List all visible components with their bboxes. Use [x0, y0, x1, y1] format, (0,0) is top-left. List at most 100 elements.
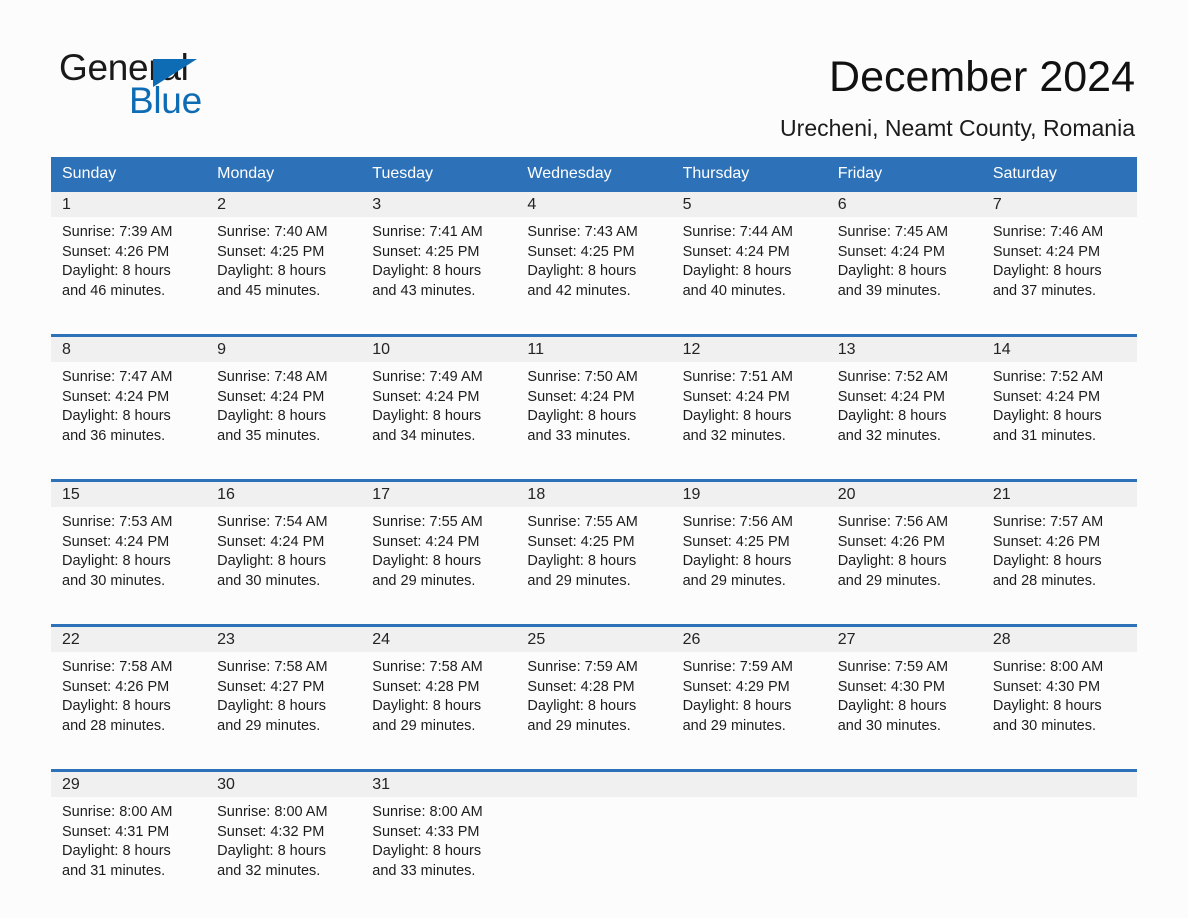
calendar-day-cell[interactable]: 27 Sunrise: 7:59 AM Sunset: 4:30 PM Dayligh…: [826, 624, 982, 755]
sunrise-text: Sunrise: 7:56 AM: [682, 514, 793, 530]
sunset-text: Sunset: 4:24 PM: [837, 243, 945, 260]
day-cell-content: 30 Sunrise: 8:00 AM Sunset: 4:32 PM Dayligh…: [206, 772, 362, 900]
day-cell-content: 15 Sunrise: 7:53 AM Sunset: 4:24 PM Dayligh…: [51, 482, 207, 610]
day-cell-content: 20 Sunrise: 7:56 AM Sunset: 4:26 PM Dayligh…: [826, 482, 982, 610]
daylight-text-line2: and 30 minutes.: [992, 717, 1097, 734]
calendar-day-cell[interactable]: 22 Sunrise: 7:58 AM Sunset: 4:26 PM Dayligh…: [51, 624, 207, 755]
daylight-text-line2: and 29 minutes.: [527, 572, 631, 589]
sunrise-text: Sunrise: 7:45 AM: [837, 224, 949, 240]
sunrise-text: Sunrise: 8:00 AM: [992, 659, 1104, 675]
daylight-text-line1: Daylight: 8 hours: [527, 263, 637, 280]
sunset-text: Sunset: 4:24 PM: [682, 243, 790, 260]
week-spacer: [51, 465, 1137, 481]
calendar-day-cell[interactable]: 17 Sunrise: 7:55 AM Sunset: 4:24 PM Dayligh…: [361, 479, 517, 610]
calendar-day-cell[interactable]: 10 Sunrise: 7:49 AM Sunset: 4:24 PM Dayligh…: [361, 334, 517, 465]
daylight-text-line1: Daylight: 8 hours: [62, 698, 171, 715]
day-sun-info: Sunrise: 8:00 AM Sunset: 4:31 PM Daylight:…: [51, 797, 206, 881]
calendar-day-cell[interactable]: 1 Sunrise: 7:39 AM Sunset: 4:26 PM Daylight…: [51, 192, 207, 320]
day-sun-info: Sunrise: 7:48 AM Sunset: 4:24 PM Daylight:…: [206, 362, 361, 446]
calendar-day-cell[interactable]: 16 Sunrise: 7:54 AM Sunset: 4:24 PM Dayligh…: [206, 479, 362, 610]
day-cell-content: 25 Sunrise: 7:59 AM Sunset: 4:28 PM Dayligh…: [516, 627, 672, 755]
sunset-text: Sunset: 4:25 PM: [527, 243, 635, 260]
calendar-day-cell[interactable]: 20 Sunrise: 7:56 AM Sunset: 4:26 PM Dayligh…: [826, 479, 982, 610]
calendar-day-cell[interactable]: 19 Sunrise: 7:56 AM Sunset: 4:25 PM Dayligh…: [671, 479, 827, 610]
sunrise-text: Sunrise: 7:47 AM: [62, 369, 173, 385]
day-number: [671, 772, 827, 797]
general-blue-logo[interactable]: General Blue: [59, 48, 359, 123]
calendar-day-cell[interactable]: 23 Sunrise: 7:58 AM Sunset: 4:27 PM Dayligh…: [206, 624, 362, 755]
day-sun-info: Sunrise: 7:55 AM Sunset: 4:25 PM Daylight:…: [516, 507, 671, 591]
calendar-day-cell[interactable]: 15 Sunrise: 7:53 AM Sunset: 4:24 PM Dayligh…: [51, 479, 207, 610]
sunset-text: Sunset: 4:32 PM: [217, 823, 325, 840]
week-spacer-cell: [51, 465, 1137, 481]
week-spacer: [51, 610, 1137, 626]
calendar-day-cell[interactable]: 8 Sunrise: 7:47 AM Sunset: 4:24 PM Daylight…: [51, 334, 207, 465]
day-number: 11: [516, 337, 672, 362]
calendar-day-cell[interactable]: 25 Sunrise: 7:59 AM Sunset: 4:28 PM Dayligh…: [516, 624, 672, 755]
daylight-text-line2: and 32 minutes.: [682, 427, 786, 444]
sunrise-text: Sunrise: 7:39 AM: [62, 224, 173, 240]
daylight-text-line2: and 32 minutes.: [837, 427, 941, 444]
day-number: 3: [361, 192, 517, 217]
daylight-text-line2: and 30 minutes.: [837, 717, 941, 734]
day-cell-content: 24 Sunrise: 7:58 AM Sunset: 4:28 PM Dayligh…: [361, 627, 517, 755]
day-number: [516, 772, 672, 797]
day-number: 8: [51, 337, 207, 362]
sunset-text: Sunset: 4:24 PM: [837, 388, 945, 405]
calendar-day-cell[interactable]: 5 Sunrise: 7:44 AM Sunset: 4:24 PM Daylight…: [671, 192, 827, 320]
calendar-week-row: 1 Sunrise: 7:39 AM Sunset: 4:26 PM Daylight…: [51, 192, 1137, 320]
daylight-text-line2: and 30 minutes.: [62, 572, 166, 589]
calendar-day-cell[interactable]: 18 Sunrise: 7:55 AM Sunset: 4:25 PM Dayligh…: [516, 479, 672, 610]
day-sun-info: Sunrise: 7:39 AM Sunset: 4:26 PM Daylight:…: [51, 217, 206, 301]
calendar-day-cell[interactable]: 11 Sunrise: 7:50 AM Sunset: 4:24 PM Dayligh…: [516, 334, 672, 465]
calendar-empty-cell: [671, 769, 827, 900]
day-cell-content: 31 Sunrise: 8:00 AM Sunset: 4:33 PM Dayligh…: [361, 772, 517, 900]
daylight-text-line1: Daylight: 8 hours: [62, 843, 171, 860]
week-spacer-cell: [51, 320, 1137, 336]
sunset-text: Sunset: 4:25 PM: [682, 533, 790, 550]
day-sun-info: Sunrise: 7:58 AM Sunset: 4:27 PM Daylight:…: [206, 652, 361, 736]
calendar-day-cell[interactable]: 26 Sunrise: 7:59 AM Sunset: 4:29 PM Dayligh…: [671, 624, 827, 755]
day-cell-content: 26 Sunrise: 7:59 AM Sunset: 4:29 PM Dayligh…: [671, 627, 827, 755]
weekday-header-wednesday: Wednesday: [516, 157, 672, 192]
day-number: 28: [981, 627, 1137, 652]
sunrise-text: Sunrise: 7:53 AM: [62, 514, 173, 530]
calendar-day-cell[interactable]: 12 Sunrise: 7:51 AM Sunset: 4:24 PM Dayligh…: [671, 334, 827, 465]
day-cell-content: 11 Sunrise: 7:50 AM Sunset: 4:24 PM Dayligh…: [516, 337, 672, 465]
calendar-day-cell[interactable]: 4 Sunrise: 7:43 AM Sunset: 4:25 PM Daylight…: [516, 192, 672, 320]
day-sun-info: Sunrise: 7:49 AM Sunset: 4:24 PM Daylight:…: [361, 362, 516, 446]
calendar-day-cell[interactable]: 3 Sunrise: 7:41 AM Sunset: 4:25 PM Daylight…: [361, 192, 517, 320]
calendar-table: Sunday Monday Tuesday Wednesday Thursday…: [51, 157, 1137, 900]
calendar-week-row: 8 Sunrise: 7:47 AM Sunset: 4:24 PM Daylight…: [51, 334, 1137, 465]
day-cell-content: 2 Sunrise: 7:40 AM Sunset: 4:25 PM Daylight…: [206, 192, 362, 320]
calendar-day-cell[interactable]: 28 Sunrise: 8:00 AM Sunset: 4:30 PM Dayligh…: [981, 624, 1137, 755]
daylight-text-line2: and 37 minutes.: [992, 282, 1097, 299]
calendar-day-cell[interactable]: 7 Sunrise: 7:46 AM Sunset: 4:24 PM Daylight…: [981, 192, 1137, 320]
daylight-text-line1: Daylight: 8 hours: [217, 843, 326, 860]
calendar-day-cell[interactable]: 30 Sunrise: 8:00 AM Sunset: 4:32 PM Dayligh…: [206, 769, 362, 900]
calendar-day-cell[interactable]: 24 Sunrise: 7:58 AM Sunset: 4:28 PM Dayligh…: [361, 624, 517, 755]
calendar-day-cell[interactable]: 13 Sunrise: 7:52 AM Sunset: 4:24 PM Dayligh…: [826, 334, 982, 465]
sunset-text: Sunset: 4:24 PM: [62, 533, 170, 550]
day-sun-info: Sunrise: 8:00 AM Sunset: 4:33 PM Daylight:…: [361, 797, 516, 881]
sunset-text: Sunset: 4:24 PM: [992, 243, 1101, 260]
calendar-day-cell[interactable]: 14 Sunrise: 7:52 AM Sunset: 4:24 PM Dayligh…: [981, 334, 1137, 465]
day-cell-content: 22 Sunrise: 7:58 AM Sunset: 4:26 PM Dayligh…: [51, 627, 207, 755]
sunset-text: Sunset: 4:25 PM: [527, 533, 635, 550]
calendar-day-cell[interactable]: 29 Sunrise: 8:00 AM Sunset: 4:31 PM Dayligh…: [51, 769, 207, 900]
calendar-day-cell[interactable]: 31 Sunrise: 8:00 AM Sunset: 4:33 PM Dayligh…: [361, 769, 517, 900]
day-number: 24: [361, 627, 517, 652]
calendar-day-cell[interactable]: 21 Sunrise: 7:57 AM Sunset: 4:26 PM Dayligh…: [981, 479, 1137, 610]
day-sun-info: Sunrise: 7:45 AM Sunset: 4:24 PM Daylight:…: [827, 217, 982, 301]
sunset-text: Sunset: 4:31 PM: [62, 823, 170, 840]
daylight-text-line1: Daylight: 8 hours: [62, 408, 171, 425]
sunrise-text: Sunrise: 7:58 AM: [372, 659, 483, 675]
calendar-day-cell[interactable]: 6 Sunrise: 7:45 AM Sunset: 4:24 PM Daylight…: [826, 192, 982, 320]
daylight-text-line1: Daylight: 8 hours: [992, 408, 1102, 425]
weekday-header-thursday: Thursday: [671, 157, 827, 192]
daylight-text-line2: and 46 minutes.: [62, 282, 166, 299]
calendar-day-cell[interactable]: 9 Sunrise: 7:48 AM Sunset: 4:24 PM Daylight…: [206, 334, 362, 465]
day-number: 16: [206, 482, 362, 507]
calendar-day-cell[interactable]: 2 Sunrise: 7:40 AM Sunset: 4:25 PM Daylight…: [206, 192, 362, 320]
daylight-text-line1: Daylight: 8 hours: [527, 698, 637, 715]
